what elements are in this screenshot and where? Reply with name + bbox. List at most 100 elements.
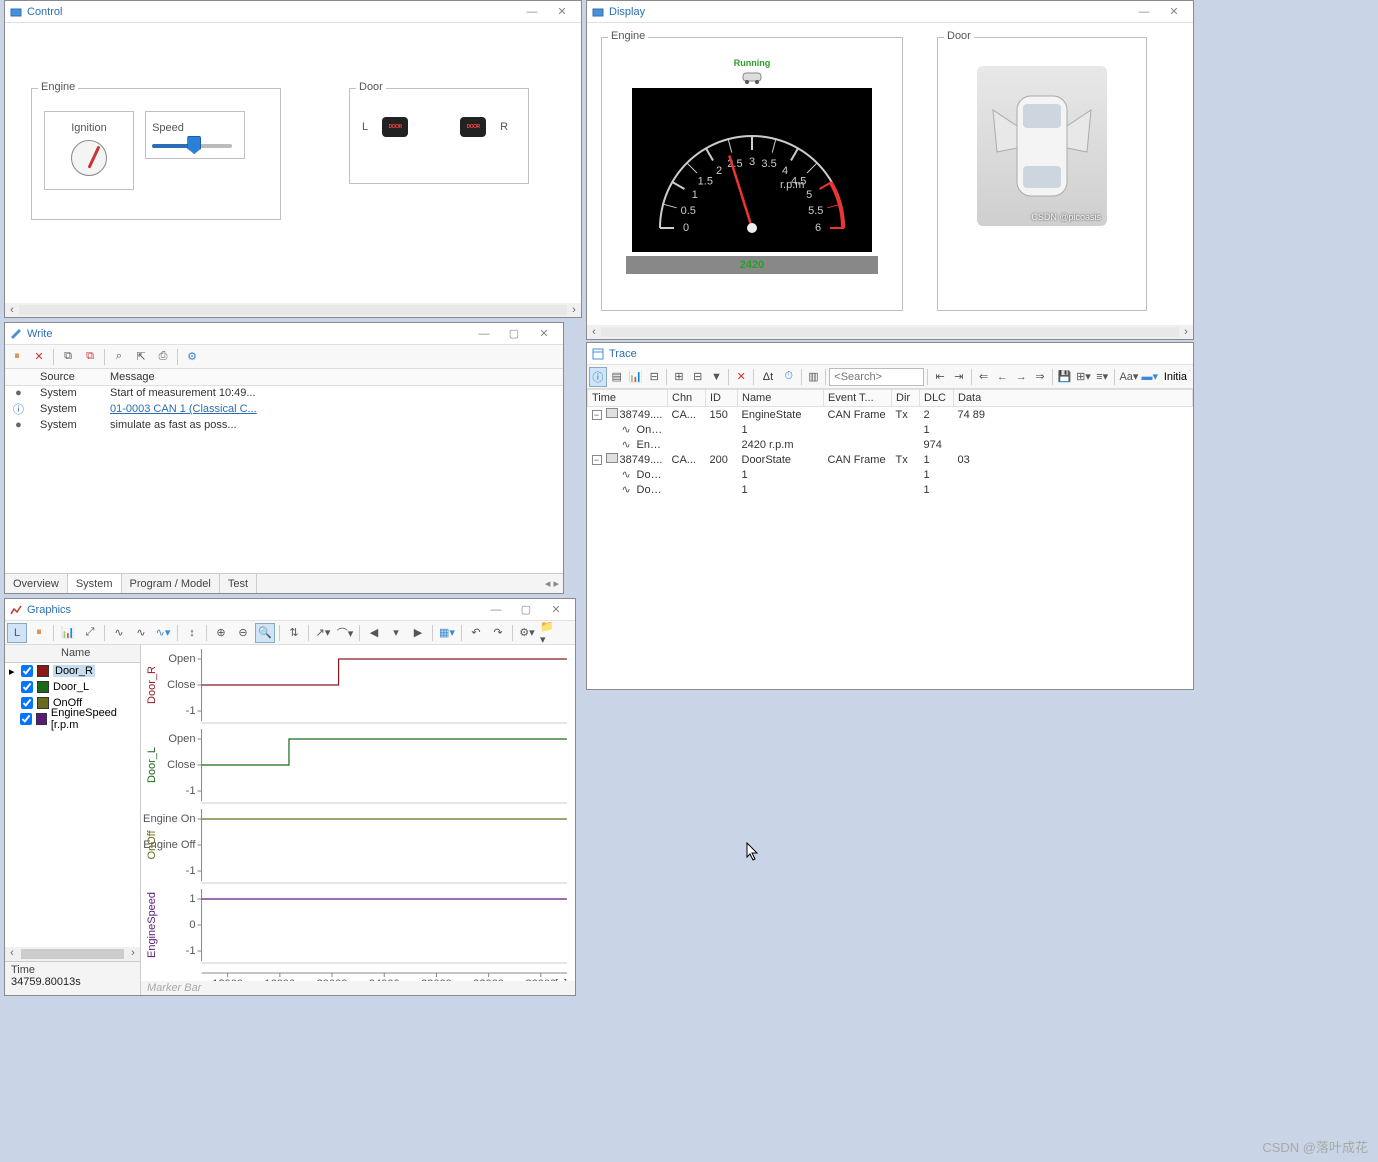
plot-area[interactable]: OpenClose-1Door_ROpenClose-1Door_LEngine… — [141, 645, 575, 995]
color-icon[interactable]: ▬▾ — [1141, 367, 1159, 387]
trace-row[interactable]: ∿ Door_R11 — [588, 467, 1193, 482]
trace-col[interactable]: Chn — [668, 390, 706, 407]
log-row[interactable]: ●System simulate as fast as poss... — [5, 418, 563, 432]
maximize-button[interactable]: ▢ — [511, 601, 541, 619]
close-button[interactable]: ✕ — [547, 3, 577, 21]
list-scroll[interactable]: ‹ › — [5, 947, 140, 961]
layout-icon[interactable]: ▦▾ — [437, 623, 457, 643]
search-input[interactable] — [829, 368, 924, 386]
door-left-button[interactable]: DOOR — [382, 117, 408, 137]
trace-titlebar[interactable]: Trace — [587, 343, 1193, 365]
log-row[interactable]: ⓘSystem01-0003 CAN 1 (Classical C... — [5, 400, 563, 418]
door-right-button[interactable]: DOOR — [460, 117, 486, 137]
next-icon[interactable]: ▶ — [408, 623, 428, 643]
trace-row[interactable]: −38749....CA...150EngineStateCAN FrameTx… — [588, 407, 1193, 423]
time-icon[interactable]: ⏱ — [780, 367, 798, 387]
zoom-in-icon[interactable]: ⊕ — [211, 623, 231, 643]
wave2-icon[interactable]: ∿ — [131, 623, 151, 643]
chart-icon[interactable]: 📊 — [627, 367, 645, 387]
trace-col[interactable]: Event T... — [824, 390, 892, 407]
zoom-out-icon[interactable]: ⊖ — [233, 623, 253, 643]
wave3-icon[interactable]: ∿▾ — [153, 623, 173, 643]
log-row[interactable]: ●SystemStart of measurement 10:49... — [5, 386, 563, 401]
config-icon[interactable]: ⚙▾ — [517, 623, 537, 643]
info-icon[interactable]: ⓘ — [589, 367, 607, 387]
delete-icon[interactable]: ⧉ — [80, 347, 100, 367]
signal-row[interactable]: ▸ Door_R — [5, 663, 140, 679]
find-next-icon[interactable]: ⇥ — [950, 367, 968, 387]
goto-right-icon[interactable]: ⇒ — [1031, 367, 1049, 387]
wave1-icon[interactable]: ∿ — [109, 623, 129, 643]
delta-t-button[interactable]: Δt — [757, 367, 779, 387]
signal-checkbox[interactable] — [21, 697, 33, 709]
export-icon[interactable]: ⇱ — [131, 347, 151, 367]
minimize-button[interactable]: — — [469, 325, 499, 343]
find-icon[interactable]: ⌕ — [109, 347, 129, 367]
signal-row[interactable]: ▸ Door_L — [5, 679, 140, 695]
list-icon[interactable]: ▤ — [608, 367, 626, 387]
write-titlebar[interactable]: Write — ▢ ✕ — [5, 323, 563, 345]
step-icon[interactable]: ↗▾ — [313, 623, 333, 643]
pause-icon[interactable]: ⏸ — [29, 623, 49, 643]
minimize-button[interactable]: — — [517, 3, 547, 21]
clear-icon[interactable]: ✕ — [732, 367, 750, 387]
marker-icon[interactable]: ↕ — [182, 623, 202, 643]
redo-icon[interactable]: ↷ — [488, 623, 508, 643]
trace-table[interactable]: TimeChnIDNameEvent T...DirDLCData −38749… — [587, 389, 1193, 689]
write-tab[interactable]: Test — [220, 574, 257, 593]
ignition-switch[interactable] — [71, 140, 107, 176]
horizontal-scrollbar[interactable]: ‹ › — [5, 303, 581, 317]
save-icon[interactable]: 💾 — [1056, 367, 1074, 387]
clear-icon[interactable]: ✕ — [29, 347, 49, 367]
find-prev-icon[interactable]: ⇤ — [931, 367, 949, 387]
horizontal-scrollbar[interactable]: ‹ › — [587, 325, 1193, 339]
write-tab[interactable]: Overview — [5, 574, 68, 593]
scroll-right-icon[interactable]: › — [567, 303, 581, 317]
goto-left-icon[interactable]: ⇐ — [975, 367, 993, 387]
zoom-select-icon[interactable]: 🔍 — [255, 623, 275, 643]
tree-icon[interactable]: ⊟ — [645, 367, 663, 387]
control-titlebar[interactable]: Control — ✕ — [5, 1, 581, 23]
pause-icon[interactable]: ⏸ — [7, 347, 27, 367]
display-titlebar[interactable]: Display — ✕ — [587, 1, 1193, 23]
trace-col[interactable]: Time — [588, 390, 668, 407]
settings-icon[interactable]: ⚙ — [182, 347, 202, 367]
save-icon[interactable]: ⎙ — [153, 347, 173, 367]
write-tab[interactable]: Program / Model — [122, 574, 220, 593]
maximize-button[interactable]: ▢ — [499, 325, 529, 343]
trace-col[interactable]: Data — [954, 390, 1193, 407]
initial-label[interactable]: Initia — [1160, 371, 1191, 383]
scroll-left-icon[interactable]: ‹ — [587, 325, 601, 339]
signal-row[interactable]: ▸ EngineSpeed [r.p.m — [5, 711, 140, 727]
step-left-icon[interactable]: ← — [994, 367, 1012, 387]
trace-row[interactable]: ∿ EngineSpeed2420 r.p.m974 — [588, 437, 1193, 452]
expand-icon[interactable]: ⊞ — [670, 367, 688, 387]
trace-col[interactable]: DLC — [920, 390, 954, 407]
copy-icon[interactable]: ⧉ — [58, 347, 78, 367]
trace-col[interactable]: Name — [738, 390, 824, 407]
filter-icon[interactable]: ▼ — [708, 367, 726, 387]
undo-icon[interactable]: ↶ — [466, 623, 486, 643]
graphics-titlebar[interactable]: Graphics — ▢ ✕ — [5, 599, 575, 621]
trace-col[interactable]: ID — [706, 390, 738, 407]
yscale-icon[interactable]: ⇅ — [284, 623, 304, 643]
collapse-icon[interactable]: ⊟ — [689, 367, 707, 387]
step-right-icon[interactable]: → — [1012, 367, 1030, 387]
trace-row[interactable]: −38749....CA...200DoorStateCAN FrameTx10… — [588, 452, 1193, 467]
slider-knob[interactable] — [187, 136, 201, 154]
minimize-button[interactable]: — — [1129, 3, 1159, 21]
prev-icon[interactable]: ◀ — [364, 623, 384, 643]
signal-checkbox[interactable] — [21, 681, 33, 693]
close-button[interactable]: ✕ — [529, 325, 559, 343]
signal-checkbox[interactable] — [20, 713, 32, 725]
fit-icon[interactable]: ⤢ — [80, 623, 100, 643]
signal-icon[interactable]: 📊 — [58, 623, 78, 643]
cursor-icon[interactable]: L — [7, 623, 27, 643]
export-icon[interactable]: 📁▾ — [539, 623, 559, 643]
scroll-left-icon[interactable]: ‹ — [5, 303, 19, 317]
group-icon[interactable]: ⊞▾ — [1075, 367, 1093, 387]
close-button[interactable]: ✕ — [1159, 3, 1189, 21]
menu-icon[interactable]: ▾ — [386, 623, 406, 643]
minimize-button[interactable]: — — [481, 601, 511, 619]
signal-checkbox[interactable] — [21, 665, 33, 677]
